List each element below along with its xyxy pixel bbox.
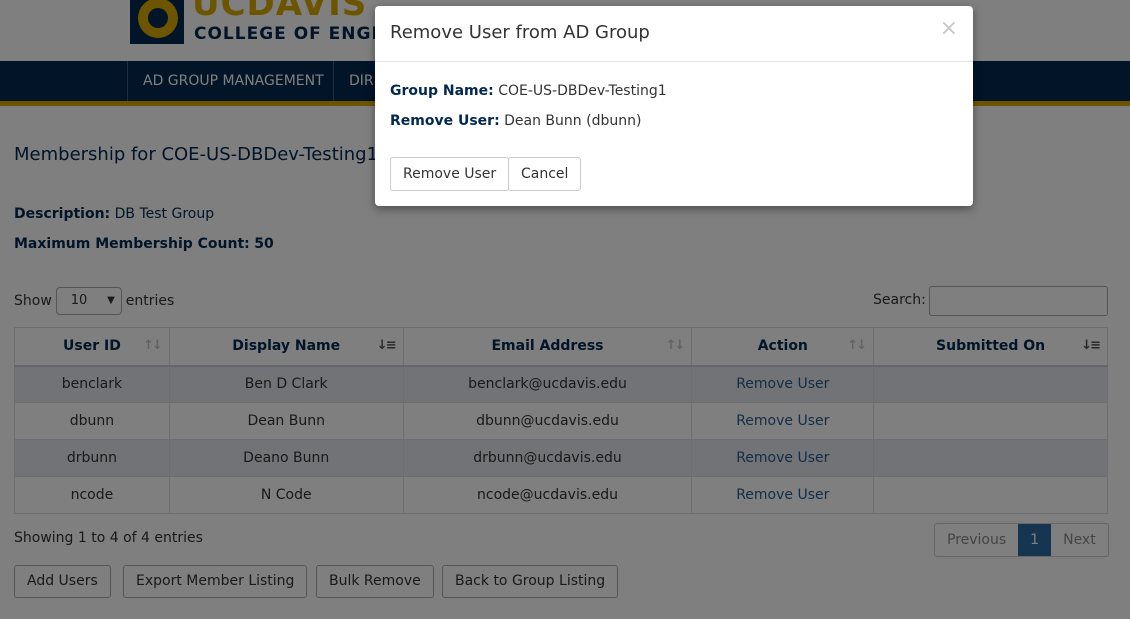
confirm-remove-user-button[interactable]: Remove User	[390, 157, 510, 191]
remove-user-modal: Remove User from AD Group × Group Name: …	[375, 6, 973, 206]
modal-group-name: Group Name: COE-US-DBDev-Testing1	[390, 83, 667, 99]
remove-user-value: Dean Bunn (dbunn)	[504, 113, 642, 129]
group-name-value: COE-US-DBDev-Testing1	[498, 83, 667, 99]
remove-user-label: Remove User:	[390, 113, 500, 129]
close-icon[interactable]: ×	[940, 18, 958, 40]
modal-remove-user: Remove User: Dean Bunn (dbunn)	[390, 113, 641, 129]
cancel-button[interactable]: Cancel	[508, 157, 582, 191]
modal-title: Remove User from AD Group	[390, 22, 650, 43]
modal-header: Remove User from AD Group ×	[375, 6, 973, 62]
group-name-label: Group Name:	[390, 83, 494, 99]
